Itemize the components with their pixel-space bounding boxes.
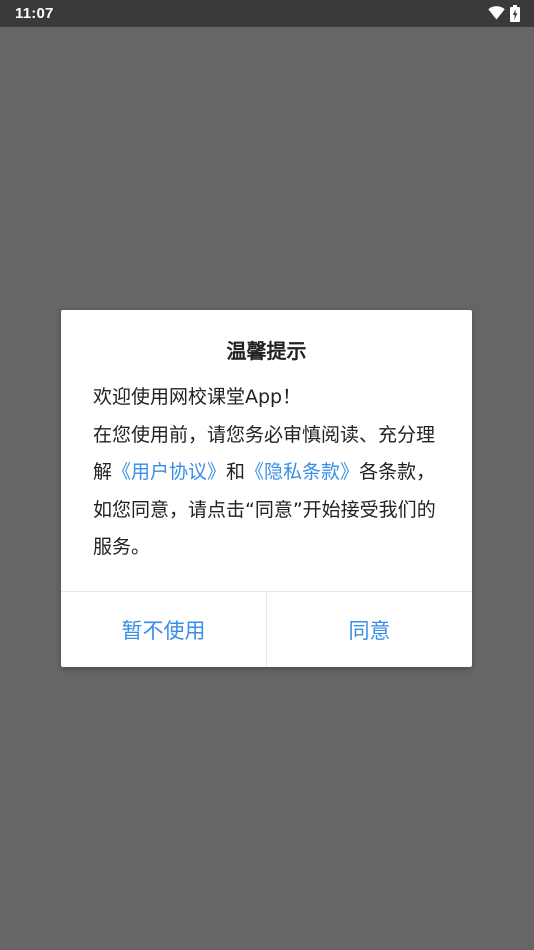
privacy-policy-link[interactable]: 《隐私条款》 <box>245 461 359 483</box>
status-time: 11:07 <box>15 5 54 22</box>
dialog-title: 温馨提示 <box>226 339 307 363</box>
agreement-paragraph: 在您使用前，请您务必审慎阅读、充分理解《用户协议》和《隐私条款》各条款，如您同意… <box>93 417 443 567</box>
dialog-body: 欢迎使用网校课堂App！ 在您使用前，请您务必审慎阅读、充分理解《用户协议》和《… <box>93 379 443 567</box>
user-agreement-link[interactable]: 《用户协议》 <box>112 461 226 483</box>
privacy-dialog: 温馨提示 欢迎使用网校课堂App！ 在您使用前，请您务必审慎阅读、充分理解《用户… <box>61 310 472 667</box>
agree-button[interactable]: 同意 <box>267 592 472 667</box>
connector-text: 和 <box>226 461 246 483</box>
decline-button[interactable]: 暂不使用 <box>61 592 266 667</box>
battery-charging-icon <box>510 4 520 22</box>
welcome-line: 欢迎使用网校课堂App！ <box>93 386 302 408</box>
status-bar: 11:07 <box>0 0 534 27</box>
status-icons <box>488 4 520 22</box>
wifi-icon <box>488 6 505 20</box>
